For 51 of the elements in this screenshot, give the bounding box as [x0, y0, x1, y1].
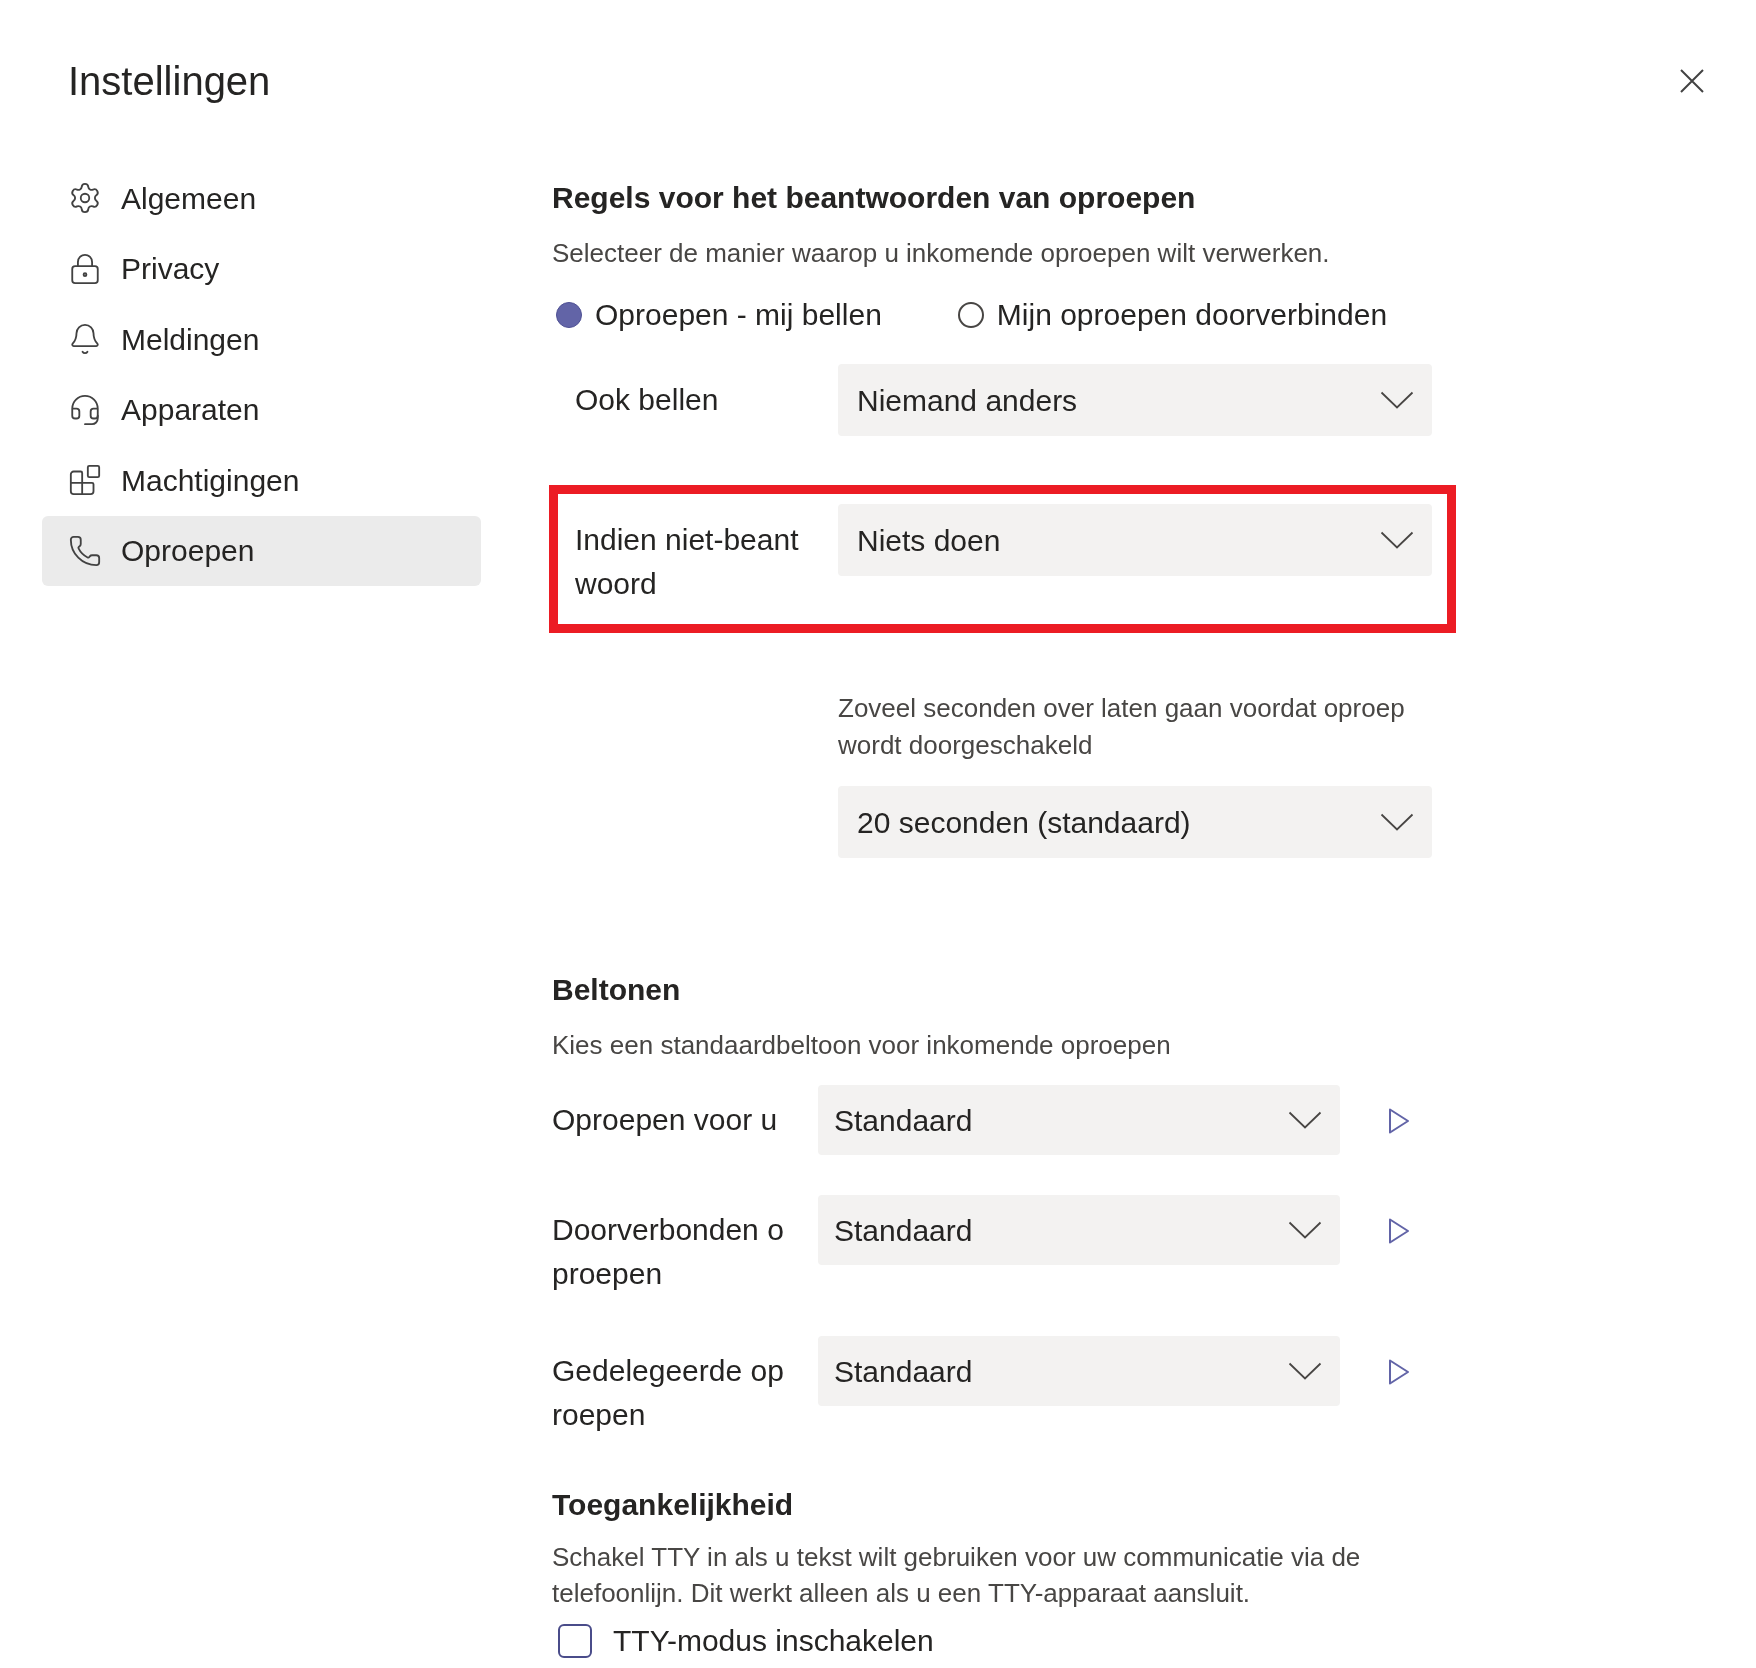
phone-icon [68, 533, 102, 568]
chevron-down-icon [1288, 1362, 1322, 1380]
field-label: Gedelegeerde oproepen [552, 1353, 785, 1433]
close-button[interactable] [1680, 69, 1704, 93]
dropdown[interactable]: Standaard [818, 1195, 1340, 1265]
dropdown[interactable]: Niets doen [838, 504, 1432, 576]
sidebar-item[interactable]: Meldingen [42, 304, 481, 375]
sidebar-item[interactable]: Algemeen [42, 163, 481, 234]
checkbox[interactable] [558, 1624, 592, 1658]
lock-icon [68, 251, 102, 286]
bell-icon [68, 322, 102, 357]
chevron-down-icon [1288, 1111, 1322, 1129]
radio-option[interactable]: Mijn oproepen doorverbinden [957, 295, 1388, 335]
play-button[interactable] [1388, 1358, 1410, 1386]
field-label: Indien niet-beantwoord [575, 522, 800, 602]
section-heading: Regels voor het beantwoorden van oproepen [552, 180, 1196, 216]
chevron-down-icon [1380, 391, 1414, 409]
squares-icon [68, 463, 102, 498]
play-button[interactable] [1388, 1107, 1410, 1135]
radio-button[interactable] [556, 302, 582, 328]
dropdown[interactable]: Niemand anders [838, 364, 1432, 436]
section-description: Schakel TTY in als u tekst wilt gebruiken voor uw communicatie via de telefoonlijn. Dit werkt alleen als u een TTY-apparaat aansluit. [552, 1541, 1362, 1610]
checkbox-option[interactable]: TTY-modus inschakelen [558, 1621, 934, 1661]
field-description: Zoveel seconden over laten gaan voordat oproep wordt doorgeschakeld [838, 692, 1406, 762]
chevron-down-icon [1288, 1221, 1322, 1239]
dropdown[interactable]: 20 seconden (standaard) [838, 786, 1432, 858]
headset-icon [68, 392, 102, 427]
sidebar-item[interactable]: Privacy [42, 233, 481, 304]
play-icon [1388, 1217, 1410, 1245]
radio-button[interactable] [957, 302, 984, 328]
chevron-down-icon [1380, 813, 1414, 831]
radio-option[interactable]: Oproepen - mij bellen [556, 295, 882, 335]
gear-icon [68, 181, 102, 216]
chevron-down-icon [1380, 531, 1414, 549]
close-icon [1680, 69, 1704, 93]
play-button[interactable] [1388, 1217, 1410, 1245]
section-description: Kies een standaardbeltoon voor inkomende oproepen [552, 1029, 1171, 1062]
sidebar-item[interactable]: Machtigingen [42, 445, 481, 516]
sidebar-item[interactable]: Apparaten [42, 374, 481, 445]
window-title: Instellingen [68, 58, 271, 105]
field-label: Ook bellen [575, 382, 720, 418]
play-icon [1388, 1358, 1410, 1386]
dropdown[interactable]: Standaard [818, 1336, 1340, 1406]
dropdown[interactable]: Standaard [818, 1085, 1340, 1155]
field-label: Oproepen voor u [552, 1102, 779, 1138]
section-heading: Toegankelijkheid [552, 1487, 794, 1523]
section-description: Selecteer de manier waarop u inkomende oproepen wilt verwerken. [552, 237, 1330, 270]
field-label: Doorverbonden oproepen [552, 1212, 785, 1292]
section-heading: Beltonen [552, 972, 681, 1008]
sidebar-item[interactable]: Oproepen [42, 515, 481, 586]
play-icon [1388, 1107, 1410, 1135]
